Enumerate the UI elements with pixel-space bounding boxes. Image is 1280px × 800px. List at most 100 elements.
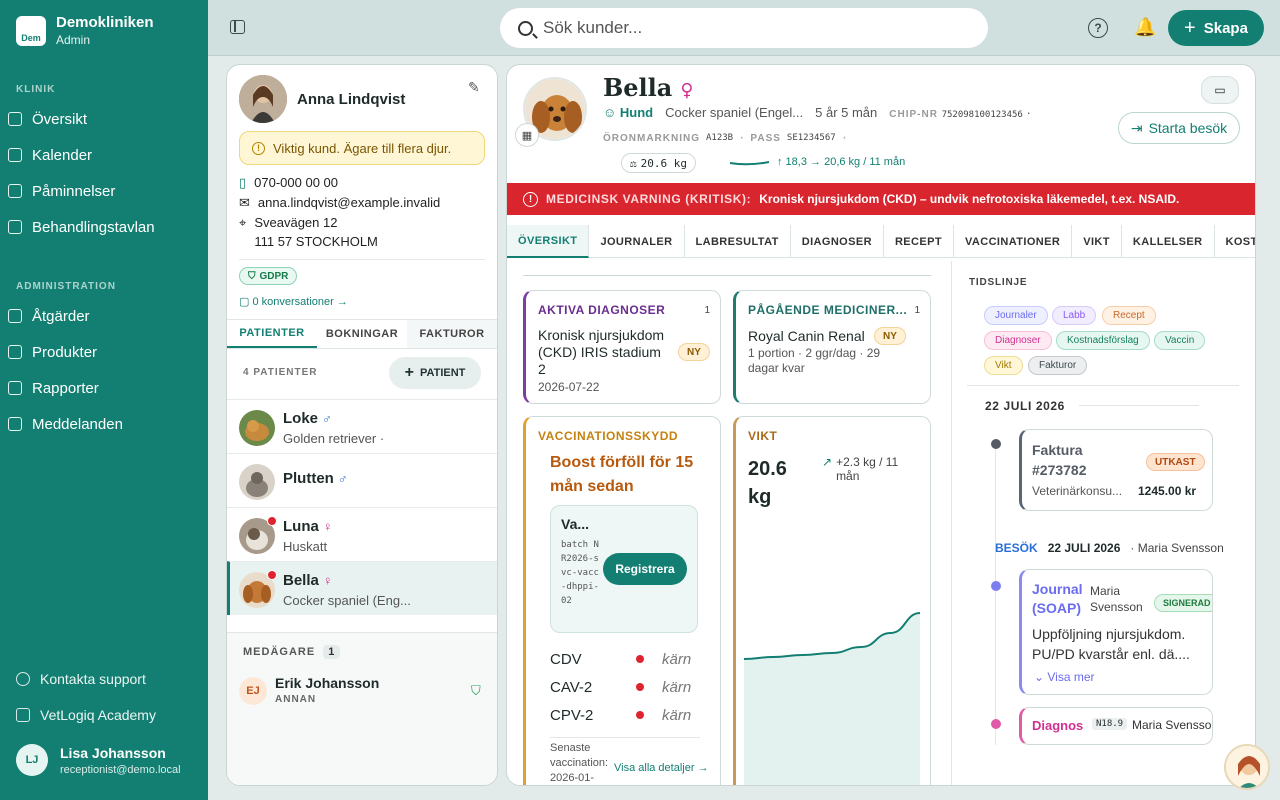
nav-behandlingstavlan[interactable]: Behandlingstavlan (8, 212, 200, 242)
start-visit-button[interactable]: ⇥ Starta besök (1118, 112, 1240, 144)
visit-label: BESÖK (995, 541, 1038, 555)
timeline-diagnosis[interactable]: Diagnos N18.9 Maria Svensson (1019, 707, 1213, 745)
filter-journaler[interactable]: Journaler (984, 306, 1048, 325)
search-input[interactable]: Sök kunder... (500, 8, 988, 48)
tab-bokningar[interactable]: BOKNINGAR (317, 320, 407, 348)
divider (1079, 405, 1199, 406)
nav-meddelanden[interactable]: Meddelanden (8, 409, 200, 439)
coowner-name[interactable]: Erik Johansson (275, 675, 379, 691)
document-icon (8, 184, 22, 198)
nav-kalender[interactable]: Kalender (8, 140, 200, 170)
register-button[interactable]: Registrera (603, 553, 687, 585)
weight-chart (744, 612, 921, 785)
patient-breed: Golden retriever · (283, 431, 385, 446)
org-switcher[interactable]: Dem Demokliniken Admin (16, 14, 154, 47)
owner-email[interactable]: ✉ anna.lindqvist@example.invalid (239, 195, 440, 211)
owner-tabs: PATIENTER BOKNINGAR FAKTUROR (227, 319, 497, 349)
tab-labresultat[interactable]: LABRESULTAT (685, 225, 791, 258)
edit-pencil-icon[interactable]: ✎ (468, 79, 480, 96)
vacc-status: kärn (662, 650, 692, 668)
tab-kallelser[interactable]: KALLELSER (1122, 225, 1215, 258)
bell-icon[interactable]: 🔔 (1134, 17, 1156, 38)
coowner-section: MEDÄGARE 1 EJ Erik Johansson ANNAN ⛉ (227, 632, 497, 785)
patient-row-plutten[interactable]: Plutten ♂ (227, 453, 497, 507)
qr-code-icon[interactable]: ▦ (515, 123, 539, 147)
tab-patienter[interactable]: PATIENTER (227, 320, 317, 348)
timeline-journal[interactable]: Journal (SOAP) Maria Svensson SIGNERAD U… (1019, 569, 1213, 695)
tab-diagnoser[interactable]: DIAGNOSER (791, 225, 884, 258)
scale-icon: ⚖ (630, 156, 637, 170)
medications-card[interactable]: PÅGÅENDE MEDICINER... 1 Royal Canin Rena… (733, 290, 931, 404)
filter-diagnoser[interactable]: Diagnoser (984, 331, 1052, 350)
invoice-title: Faktura #273782 (1032, 442, 1087, 478)
weight-card[interactable]: VIKT 20.6 kg ↗ +2.3 kg / 11 mån (733, 416, 931, 785)
weight-title: VIKT (748, 429, 778, 443)
user-menu[interactable]: LJ Lisa Johansson receptionist@demo.local (16, 744, 181, 776)
search-icon (518, 20, 533, 36)
nav-paminnelser[interactable]: Påminnelser (8, 176, 200, 206)
nav-support[interactable]: Kontakta support (16, 664, 208, 694)
ear-label: ÖRONMARKNING (603, 132, 700, 144)
journal-vet: Maria Svensson (1090, 584, 1143, 614)
tab-vikt[interactable]: VIKT (1072, 225, 1122, 258)
divider (967, 385, 1239, 386)
filter-vaccin[interactable]: Vaccin (1154, 331, 1206, 350)
filter-kostnadsförslag[interactable]: Kostnadsförslag (1056, 331, 1150, 350)
vacc-batch: batch NR2026-svc-vacc-dhppi-02 (561, 540, 599, 606)
coowner-role: ANNAN (275, 694, 317, 705)
filter-labb[interactable]: Labb (1052, 306, 1097, 325)
owner-phone[interactable]: ▯ 070-000 00 00 (239, 175, 338, 191)
filter-recept[interactable]: Recept (1102, 306, 1156, 325)
org-role: Admin (56, 33, 91, 47)
add-patient-button[interactable]: + PATIENT (389, 357, 481, 389)
patient-row-loke[interactable]: Loke ♂ Golden retriever · (227, 399, 497, 453)
owner-card: Anna Lindqvist ✎ ! Viktig kund. Ägare til… (226, 64, 498, 786)
help-icon[interactable]: ? (1088, 18, 1108, 38)
filter-fakturor[interactable]: Fakturor (1028, 356, 1088, 375)
diagnoses-count: 1 (704, 305, 710, 316)
shield-icon: ⛉ (471, 683, 481, 698)
med-detail: 1 portion · 2 ggr/dag · 29 dagar kvar (748, 346, 881, 375)
vacc-status: kärn (662, 678, 692, 696)
timeline-dot (991, 581, 1001, 591)
assistant-avatar[interactable] (1224, 744, 1270, 790)
patient-row-bella[interactable]: Bella ♀ Cocker spaniel (Eng... (227, 561, 497, 615)
nav-academy[interactable]: VetLogiq Academy (16, 700, 208, 730)
timeline-invoice[interactable]: Faktura #273782 UTKAST Veterinärkonsu...… (1019, 429, 1213, 511)
tab-fakturor[interactable]: FAKTUROR (407, 320, 497, 348)
document-icon (8, 220, 22, 234)
patient-name-row: Loke ♂ (283, 410, 332, 427)
info-icon: ! (252, 141, 265, 155)
tab-kostnads[interactable]: KOSTNADS (1215, 225, 1256, 258)
org-name: Demokliniken (56, 14, 154, 31)
tab-oversikt[interactable]: ÖVERSIKT (507, 225, 590, 258)
show-more-link[interactable]: ⌄ Visa mer (1034, 670, 1095, 684)
diagnoses-card[interactable]: AKTIVA DIAGNOSER 1 Kronisk njursjukdom (… (523, 290, 721, 404)
tab-journaler[interactable]: JOURNALER (589, 225, 685, 258)
ids: ÖRONMARKNING A123B · PASS SE1234567 · (603, 129, 848, 146)
patient-name-row: Plutten ♂ (283, 470, 348, 487)
chat-icon[interactable]: ▭ (1201, 76, 1239, 104)
patient-row-luna[interactable]: Luna ♀ Huskatt (227, 507, 497, 561)
nav-label: Behandlingstavlan (32, 218, 155, 236)
email-text: anna.lindqvist@example.invalid (257, 195, 441, 210)
owner-warning: ! Viktig kund. Ägare till flera djur. (239, 131, 485, 165)
vacc-details-link[interactable]: Visa alla detaljer → (614, 762, 709, 774)
nav-rapporter[interactable]: Rapporter (8, 373, 200, 403)
headset-icon (16, 672, 30, 686)
diag-code: N18.9 (1092, 718, 1128, 730)
tab-recept[interactable]: RECEPT (884, 225, 954, 258)
species: ☺ Hund (603, 105, 653, 120)
create-label: Skapa (1203, 19, 1248, 37)
nav-atgarder[interactable]: Åtgärder (8, 301, 200, 331)
nav-produkter[interactable]: Produkter (8, 337, 200, 367)
trend-up-icon: ↗ (822, 455, 833, 469)
meds-title: PÅGÅENDE MEDICINER... (748, 303, 908, 317)
conversations-link[interactable]: ▢ 0 konversationer → (239, 295, 348, 308)
breed: Cocker spaniel (Engel... (665, 105, 804, 120)
sidebar-toggle-icon[interactable] (230, 20, 245, 34)
nav-oversikt[interactable]: Översikt (8, 104, 200, 134)
tab-vaccinationer[interactable]: VACCINATIONER (954, 225, 1073, 258)
create-button[interactable]: + Skapa (1168, 10, 1264, 46)
filter-vikt[interactable]: Vikt (984, 356, 1023, 375)
